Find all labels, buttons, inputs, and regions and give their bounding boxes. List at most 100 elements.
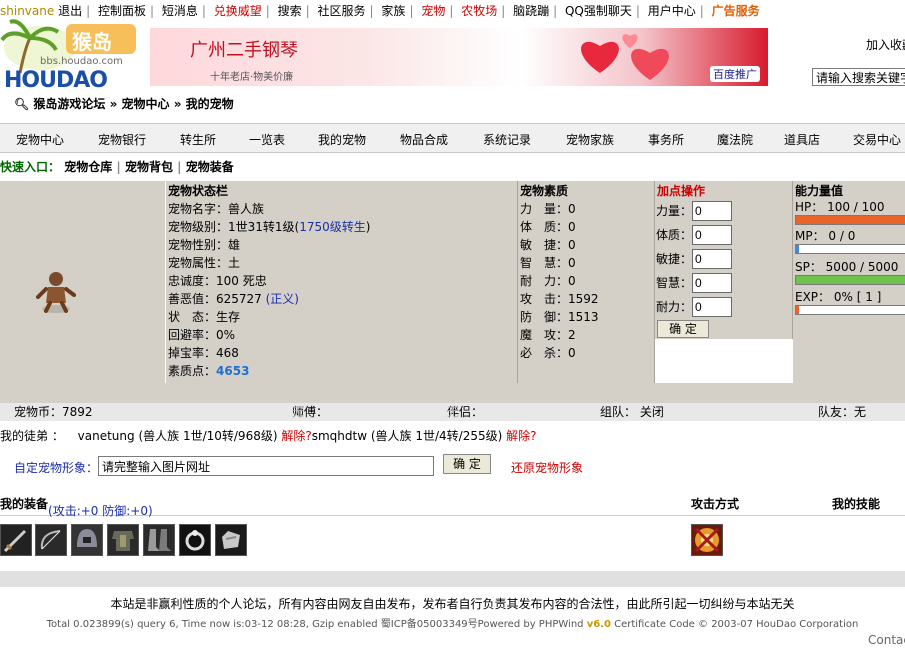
quick-link-equipment[interactable]: 宠物装备 — [186, 160, 234, 174]
pet-level: 宠物级别：1世31转1级(1750级转生) — [168, 220, 371, 234]
quick-link-backpack[interactable]: 宠物背包 — [125, 160, 173, 174]
skills-title: 我的技能 — [832, 497, 881, 511]
quality-constitution: 体 质：0 — [520, 220, 576, 234]
addpoint-wisdom-input[interactable] — [692, 273, 732, 293]
pet-dodge: 回避率：0% — [168, 328, 236, 342]
phpwind-version[interactable]: v6.0 — [587, 619, 611, 630]
menu-pet-center[interactable]: 宠物中心 — [16, 131, 64, 148]
addpoint-blank — [655, 339, 793, 383]
apprentice-1[interactable]: vanetung (兽人族 1世/10转/968级) — [78, 429, 278, 443]
menu-pet-family[interactable]: 宠物家族 — [566, 131, 614, 148]
nav-exchange[interactable]: 兑换威望 — [214, 0, 262, 22]
menu-overview[interactable]: 一览表 — [249, 131, 285, 148]
rebirth-level-link[interactable]: 1750级转生 — [299, 220, 366, 234]
pet-points: 素质点：4653 — [168, 364, 250, 378]
apprentice-2[interactable]: smqhdtw (兽人族 1世/4转/255级) — [312, 429, 503, 443]
ring-icon[interactable] — [179, 524, 211, 556]
addpoint-agility-label: 敏捷： — [656, 252, 693, 266]
nav-brain[interactable]: 脑跷蹦 — [513, 0, 549, 22]
nav-farm[interactable]: 农牧场 — [461, 0, 497, 22]
exp-bar — [795, 305, 905, 315]
gauntlet-icon[interactable] — [215, 524, 247, 556]
nav-messages[interactable]: 短消息 — [162, 0, 198, 22]
menu-rebirth[interactable]: 转生所 — [180, 131, 216, 148]
logo-brand-text: 猴岛 — [72, 30, 112, 54]
quality-agility: 敏 捷：0 — [520, 238, 576, 252]
pet-panel: 宠物状态栏 宠物名字：兽人族 宠物级别：1世31转1级(1750级转生) 宠物性… — [0, 181, 905, 403]
nav-search[interactable]: 搜索 — [278, 0, 302, 22]
quality-title: 宠物素质 — [520, 184, 569, 198]
boots-icon[interactable] — [143, 524, 175, 556]
pet-name: 宠物名字：兽人族 — [168, 202, 265, 216]
apprentice-1-remove-link[interactable]: 解除? — [281, 429, 311, 443]
nav-qq-chat[interactable]: QQ强制聊天 — [565, 0, 632, 22]
restore-image-link[interactable]: 还原宠物形象 — [511, 459, 583, 476]
magnifier-icon: 🔍︎ — [14, 97, 30, 111]
hp-bar-fill — [796, 216, 905, 224]
hearts-icon — [581, 34, 669, 80]
menu-office[interactable]: 事务所 — [648, 131, 684, 148]
breadcrumb: 🔍︎ 猴岛游戏论坛 » 宠物中心 » 我的宠物 — [14, 95, 234, 112]
pet-loyalty: 忠诚度：100 死忠 — [168, 274, 267, 288]
mp-text: MP： 0 / 0 — [795, 229, 856, 243]
quality-wisdom: 智 慧：0 — [520, 256, 576, 270]
equipment-header: 我的装备 (攻击:+0 防御:+0) 攻击方式 我的技能 — [0, 488, 905, 518]
addpoint-endurance-label: 耐力： — [656, 300, 693, 314]
pet-drop-rate: 掉宝率：468 — [168, 346, 239, 360]
breadcrumb-text[interactable]: 猴岛游戏论坛 » 宠物中心 » 我的宠物 — [33, 97, 233, 111]
attack-mode-title: 攻击方式 — [691, 497, 740, 511]
nav-ad-service[interactable]: 广告服务 — [712, 0, 760, 22]
armor-icon[interactable] — [107, 524, 139, 556]
addpoint-endurance-input[interactable] — [692, 297, 732, 317]
separator-band — [0, 571, 905, 587]
apprentice-2-remove-link[interactable]: 解除? — [506, 429, 536, 443]
mp-bar-fill — [796, 245, 800, 253]
addpoint-strength-input[interactable] — [692, 201, 732, 221]
nav-community[interactable]: 社区服务 — [318, 0, 366, 22]
menu-pet-bank[interactable]: 宠物银行 — [98, 131, 146, 148]
menu-trade-center[interactable]: 交易中心 — [853, 131, 901, 148]
add-favorite-link[interactable]: 加入收藏 — [866, 36, 905, 53]
quick-link-warehouse[interactable]: 宠物仓库 — [64, 160, 112, 174]
menu-item-shop[interactable]: 道具店 — [784, 131, 820, 148]
pet-morality: 善恶值：625727 (正义) — [168, 292, 299, 306]
custom-image-label: 自定宠物形象： — [14, 461, 99, 475]
quality-endurance: 耐 力：0 — [520, 274, 576, 288]
bow-icon[interactable] — [35, 524, 67, 556]
menu-magic-academy[interactable]: 魔法院 — [717, 131, 753, 148]
nav-pet[interactable]: 宠物 — [421, 0, 445, 22]
quality-magic-attack: 魔 攻：2 — [520, 328, 576, 342]
contact-link[interactable]: Contact — [868, 633, 905, 647]
hp-bar — [795, 215, 905, 225]
sword-icon[interactable] — [0, 524, 32, 556]
attack-mode-icon[interactable] — [691, 524, 723, 556]
ad-banner[interactable]: 广州二手钢琴 十年老店·物美价廉 百度推广 — [150, 28, 768, 86]
pet-attribute: 宠物属性：土 — [168, 256, 241, 270]
sp-bar — [795, 275, 905, 285]
morality-link[interactable]: (正义) — [266, 292, 299, 306]
sp-text: SP： 5000 / 5000 — [795, 260, 899, 274]
pet-main-menu: 宠物中心 宠物银行 转生所 一览表 我的宠物 物品合成 系统记录 宠物家族 事务… — [0, 123, 905, 153]
pet-state: 状 态：生存 — [168, 310, 241, 324]
apprentice-label: 我的徒弟 ： — [0, 429, 64, 443]
menu-system-log[interactable]: 系统记录 — [483, 131, 531, 148]
menu-item-synthesis[interactable]: 物品合成 — [400, 131, 448, 148]
menu-my-pet[interactable]: 我的宠物 — [318, 131, 366, 148]
site-logo[interactable]: 猴岛 bbs.houdao.com HOUDAO — [0, 18, 150, 94]
helmet-icon[interactable] — [71, 524, 103, 556]
equipment-title: 我的装备 (攻击:+0 防御:+0) — [0, 497, 153, 518]
addpoint-agility-input[interactable] — [692, 249, 732, 269]
quality-critical: 必 杀：0 — [520, 346, 576, 360]
logo-url: bbs.houdao.com — [40, 56, 123, 67]
apprentice-row: 我的徒弟 ： vanetung (兽人族 1世/10转/968级) 解除?smq… — [0, 427, 537, 444]
nav-family[interactable]: 家族 — [381, 0, 405, 22]
mp-bar — [795, 244, 905, 254]
addpoint-confirm-button[interactable]: 确 定 — [657, 320, 709, 338]
custom-image-confirm-button[interactable]: 确 定 — [443, 454, 491, 474]
custom-image-url-input[interactable] — [98, 456, 434, 476]
search-input[interactable] — [812, 68, 905, 86]
nav-user-center[interactable]: 用户中心 — [648, 0, 696, 22]
addpoint-constitution-input[interactable] — [692, 225, 732, 245]
addpoint-wisdom-label: 智慧： — [656, 276, 693, 290]
addpoint-constitution-label: 体质： — [656, 228, 693, 242]
